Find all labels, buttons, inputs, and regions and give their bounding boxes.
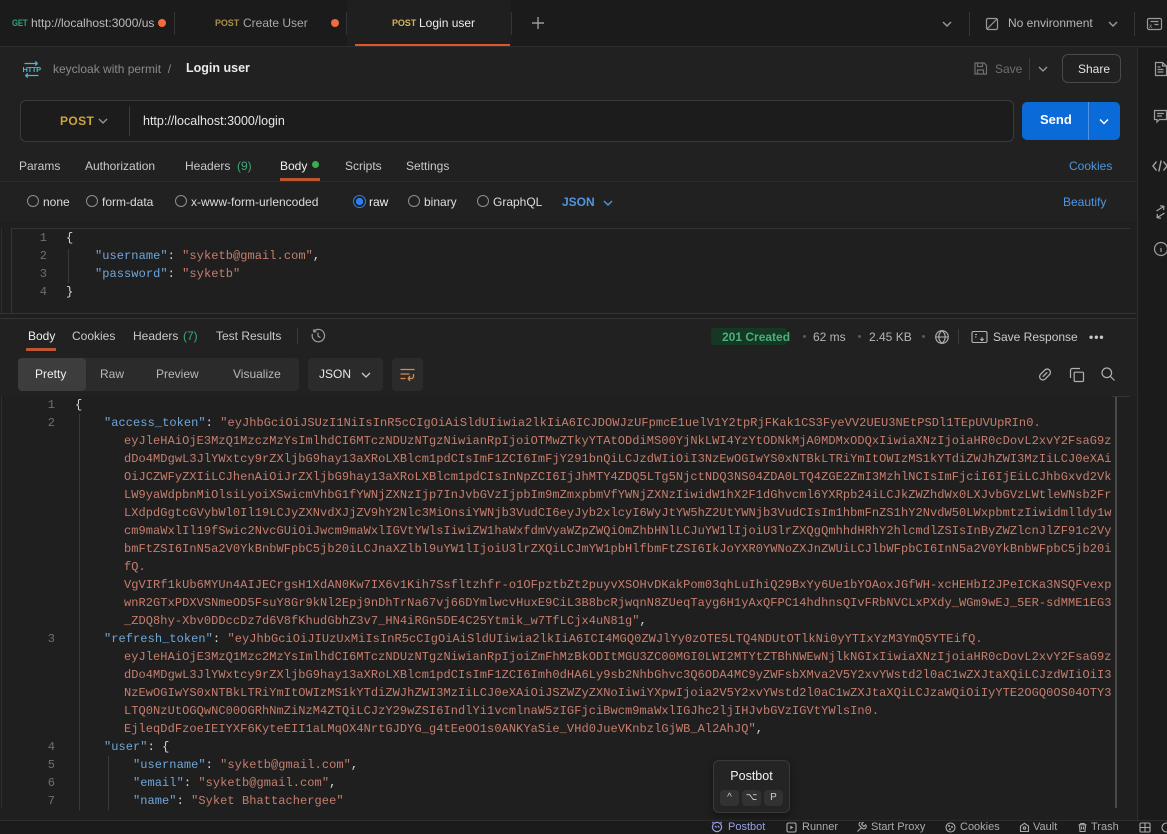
svg-text:HTTP: HTTP [23,65,42,74]
